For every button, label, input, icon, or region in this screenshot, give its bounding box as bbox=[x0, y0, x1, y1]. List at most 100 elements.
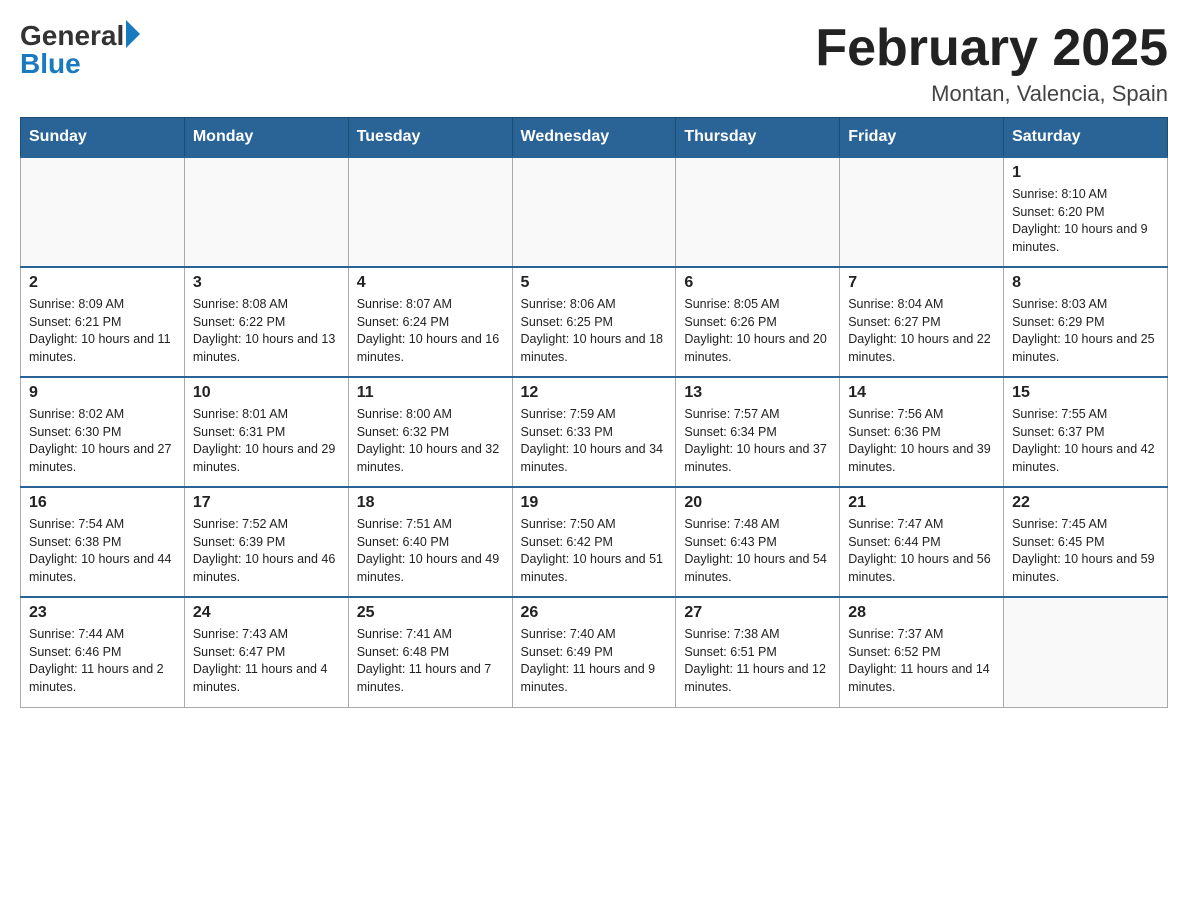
day-info: Sunrise: 7:41 AMSunset: 6:48 PMDaylight:… bbox=[357, 626, 504, 696]
day-number: 17 bbox=[193, 494, 340, 512]
day-number: 27 bbox=[684, 604, 831, 622]
day-number: 24 bbox=[193, 604, 340, 622]
day-info: Sunrise: 7:37 AMSunset: 6:52 PMDaylight:… bbox=[848, 626, 995, 696]
day-number: 3 bbox=[193, 274, 340, 292]
weekday-header-thursday: Thursday bbox=[676, 118, 840, 158]
day-number: 28 bbox=[848, 604, 995, 622]
day-number: 21 bbox=[848, 494, 995, 512]
location-text: Montan, Valencia, Spain bbox=[815, 81, 1168, 107]
weekday-header-friday: Friday bbox=[840, 118, 1004, 158]
calendar-cell: 8 Sunrise: 8:03 AMSunset: 6:29 PMDaylight… bbox=[1004, 267, 1168, 377]
calendar-cell: 16 Sunrise: 7:54 AMSunset: 6:38 PMDayligh… bbox=[21, 487, 185, 597]
weekday-header-monday: Monday bbox=[184, 118, 348, 158]
day-info: Sunrise: 7:51 AMSunset: 6:40 PMDaylight:… bbox=[357, 516, 504, 586]
title-area: February 2025 Montan, Valencia, Spain bbox=[815, 20, 1168, 107]
day-number: 25 bbox=[357, 604, 504, 622]
day-info: Sunrise: 7:40 AMSunset: 6:49 PMDaylight:… bbox=[521, 626, 668, 696]
calendar-cell: 5 Sunrise: 8:06 AMSunset: 6:25 PMDaylight… bbox=[512, 267, 676, 377]
day-number: 18 bbox=[357, 494, 504, 512]
day-number: 4 bbox=[357, 274, 504, 292]
calendar-cell: 13 Sunrise: 7:57 AMSunset: 6:34 PMDayligh… bbox=[676, 377, 840, 487]
calendar-cell bbox=[1004, 597, 1168, 707]
day-number: 23 bbox=[29, 604, 176, 622]
day-info: Sunrise: 7:50 AMSunset: 6:42 PMDaylight:… bbox=[521, 516, 668, 586]
day-number: 9 bbox=[29, 384, 176, 402]
weekday-header-sunday: Sunday bbox=[21, 118, 185, 158]
weekday-header-tuesday: Tuesday bbox=[348, 118, 512, 158]
day-number: 11 bbox=[357, 384, 504, 402]
day-info: Sunrise: 7:44 AMSunset: 6:46 PMDaylight:… bbox=[29, 626, 176, 696]
week-row-5: 23 Sunrise: 7:44 AMSunset: 6:46 PMDayligh… bbox=[21, 597, 1168, 707]
day-info: Sunrise: 8:07 AMSunset: 6:24 PMDaylight:… bbox=[357, 296, 504, 366]
day-info: Sunrise: 7:57 AMSunset: 6:34 PMDaylight:… bbox=[684, 406, 831, 476]
week-row-4: 16 Sunrise: 7:54 AMSunset: 6:38 PMDayligh… bbox=[21, 487, 1168, 597]
day-info: Sunrise: 8:03 AMSunset: 6:29 PMDaylight:… bbox=[1012, 296, 1159, 366]
day-info: Sunrise: 7:59 AMSunset: 6:33 PMDaylight:… bbox=[521, 406, 668, 476]
day-info: Sunrise: 7:55 AMSunset: 6:37 PMDaylight:… bbox=[1012, 406, 1159, 476]
day-info: Sunrise: 7:48 AMSunset: 6:43 PMDaylight:… bbox=[684, 516, 831, 586]
calendar-cell: 6 Sunrise: 8:05 AMSunset: 6:26 PMDaylight… bbox=[676, 267, 840, 377]
calendar-cell: 10 Sunrise: 8:01 AMSunset: 6:31 PMDayligh… bbox=[184, 377, 348, 487]
day-number: 10 bbox=[193, 384, 340, 402]
calendar-cell bbox=[348, 157, 512, 267]
day-number: 13 bbox=[684, 384, 831, 402]
page-header: General Blue February 2025 Montan, Valen… bbox=[20, 20, 1168, 107]
day-info: Sunrise: 8:08 AMSunset: 6:22 PMDaylight:… bbox=[193, 296, 340, 366]
day-number: 15 bbox=[1012, 384, 1159, 402]
day-number: 2 bbox=[29, 274, 176, 292]
calendar-cell: 24Sunrise: 7:43 AMSunset: 6:47 PMDayligh… bbox=[184, 597, 348, 707]
calendar-table: SundayMondayTuesdayWednesdayThursdayFrid… bbox=[20, 117, 1168, 708]
day-number: 19 bbox=[521, 494, 668, 512]
day-info: Sunrise: 8:01 AMSunset: 6:31 PMDaylight:… bbox=[193, 406, 340, 476]
calendar-cell: 17 Sunrise: 7:52 AMSunset: 6:39 PMDayligh… bbox=[184, 487, 348, 597]
day-info: Sunrise: 8:09 AMSunset: 6:21 PMDaylight:… bbox=[29, 296, 176, 366]
day-info: Sunrise: 8:02 AMSunset: 6:30 PMDaylight:… bbox=[29, 406, 176, 476]
calendar-cell: 28 Sunrise: 7:37 AMSunset: 6:52 PMDayligh… bbox=[840, 597, 1004, 707]
week-row-1: 1 Sunrise: 8:10 AMSunset: 6:20 PMDaylight… bbox=[21, 157, 1168, 267]
calendar-cell: 19 Sunrise: 7:50 AMSunset: 6:42 PMDayligh… bbox=[512, 487, 676, 597]
day-info: Sunrise: 8:04 AMSunset: 6:27 PMDaylight:… bbox=[848, 296, 995, 366]
calendar-cell: 25 Sunrise: 7:41 AMSunset: 6:48 PMDayligh… bbox=[348, 597, 512, 707]
day-info: Sunrise: 7:38 AMSunset: 6:51 PMDaylight:… bbox=[684, 626, 831, 696]
calendar-cell: 22Sunrise: 7:45 AMSunset: 6:45 PMDayligh… bbox=[1004, 487, 1168, 597]
day-info: Sunrise: 8:05 AMSunset: 6:26 PMDaylight:… bbox=[684, 296, 831, 366]
calendar-cell: 27 Sunrise: 7:38 AMSunset: 6:51 PMDayligh… bbox=[676, 597, 840, 707]
calendar-cell: 23 Sunrise: 7:44 AMSunset: 6:46 PMDayligh… bbox=[21, 597, 185, 707]
logo-blue-text: Blue bbox=[20, 48, 81, 80]
day-number: 1 bbox=[1012, 164, 1159, 182]
logo: General Blue bbox=[20, 20, 140, 80]
calendar-cell: 12 Sunrise: 7:59 AMSunset: 6:33 PMDayligh… bbox=[512, 377, 676, 487]
day-info: Sunrise: 8:06 AMSunset: 6:25 PMDaylight:… bbox=[521, 296, 668, 366]
day-info: Sunrise: 7:56 AMSunset: 6:36 PMDaylight:… bbox=[848, 406, 995, 476]
calendar-cell: 3 Sunrise: 8:08 AMSunset: 6:22 PMDaylight… bbox=[184, 267, 348, 377]
week-row-3: 9 Sunrise: 8:02 AMSunset: 6:30 PMDaylight… bbox=[21, 377, 1168, 487]
day-info: Sunrise: 7:45 AMSunset: 6:45 PMDaylight:… bbox=[1012, 516, 1159, 586]
weekday-header-wednesday: Wednesday bbox=[512, 118, 676, 158]
day-number: 16 bbox=[29, 494, 176, 512]
day-info: Sunrise: 7:52 AMSunset: 6:39 PMDaylight:… bbox=[193, 516, 340, 586]
calendar-cell bbox=[840, 157, 1004, 267]
calendar-cell: 21 Sunrise: 7:47 AMSunset: 6:44 PMDayligh… bbox=[840, 487, 1004, 597]
calendar-cell bbox=[676, 157, 840, 267]
calendar-cell: 2 Sunrise: 8:09 AMSunset: 6:21 PMDaylight… bbox=[21, 267, 185, 377]
day-info: Sunrise: 8:00 AMSunset: 6:32 PMDaylight:… bbox=[357, 406, 504, 476]
calendar-cell: 7 Sunrise: 8:04 AMSunset: 6:27 PMDaylight… bbox=[840, 267, 1004, 377]
day-info: Sunrise: 7:47 AMSunset: 6:44 PMDaylight:… bbox=[848, 516, 995, 586]
calendar-cell bbox=[512, 157, 676, 267]
weekday-header-row: SundayMondayTuesdayWednesdayThursdayFrid… bbox=[21, 118, 1168, 158]
calendar-cell bbox=[21, 157, 185, 267]
day-number: 7 bbox=[848, 274, 995, 292]
week-row-2: 2 Sunrise: 8:09 AMSunset: 6:21 PMDaylight… bbox=[21, 267, 1168, 377]
day-number: 5 bbox=[521, 274, 668, 292]
day-info: Sunrise: 8:10 AMSunset: 6:20 PMDaylight:… bbox=[1012, 186, 1159, 256]
month-title: February 2025 bbox=[815, 20, 1168, 77]
calendar-cell bbox=[184, 157, 348, 267]
calendar-cell: 20Sunrise: 7:48 AMSunset: 6:43 PMDayligh… bbox=[676, 487, 840, 597]
weekday-header-saturday: Saturday bbox=[1004, 118, 1168, 158]
day-info: Sunrise: 7:54 AMSunset: 6:38 PMDaylight:… bbox=[29, 516, 176, 586]
day-number: 12 bbox=[521, 384, 668, 402]
day-number: 8 bbox=[1012, 274, 1159, 292]
calendar-cell: 15 Sunrise: 7:55 AMSunset: 6:37 PMDayligh… bbox=[1004, 377, 1168, 487]
calendar-cell: 11 Sunrise: 8:00 AMSunset: 6:32 PMDayligh… bbox=[348, 377, 512, 487]
day-number: 6 bbox=[684, 274, 831, 292]
